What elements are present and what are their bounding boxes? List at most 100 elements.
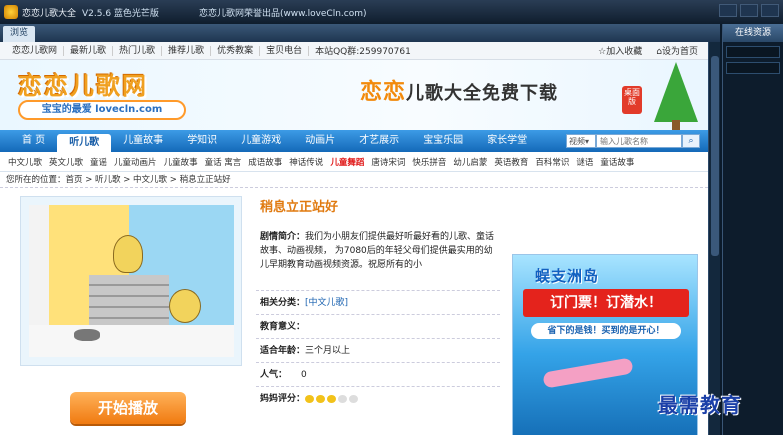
rating-row: 妈妈评分： — [256, 387, 500, 411]
breadcrumb[interactable]: 您所在的位置：首页 > 听儿歌 > 中文儿歌 > 稍息立正站好 — [0, 172, 708, 188]
app-version: V2.5.6 蓝色光芒版 — [82, 8, 159, 19]
topnav-link[interactable]: 最新儿歌 — [64, 45, 114, 56]
rating-hearts[interactable] — [305, 394, 359, 403]
page-scrollbar[interactable] — [708, 42, 720, 435]
subnav-link-hot[interactable]: 儿童舞蹈 — [330, 156, 364, 168]
main-nav: 首 页 听儿歌 儿童故事 学知识 儿童游戏 动画片 才艺展示 宝宝乐园 家长学堂… — [0, 130, 708, 152]
web-page: 恋恋儿歌网 最新儿歌 热门儿歌 推荐儿歌 优秀教案 宝贝电台 本站QQ群:259… — [0, 42, 708, 435]
heart-icon[interactable] — [349, 394, 359, 403]
cartoon-scene — [29, 205, 234, 357]
search-type-value: 视频 — [569, 137, 585, 146]
online-resources-panel: 在线资源 — [722, 24, 783, 435]
nav-stories[interactable]: 儿童故事 — [111, 130, 175, 152]
window-controls — [719, 4, 779, 17]
subnav-link[interactable]: 儿童故事 — [164, 156, 198, 168]
subnav-link[interactable]: 童谣 — [90, 156, 107, 168]
nav-listen[interactable]: 听儿歌 — [57, 134, 112, 152]
cartoon-dog-icon — [113, 235, 143, 273]
search-input[interactable] — [596, 134, 682, 148]
topnav-link[interactable]: 恋恋儿歌网 — [6, 45, 65, 56]
popularity-value: 0 — [301, 370, 307, 380]
category-label: 相关分类： — [260, 298, 306, 308]
subnav-link[interactable]: 英语教育 — [494, 156, 528, 168]
intro-row: 剧情简介：我们为小朋友们提供最好听最好看的儿歌、童话故事、动画视频， 为7080… — [256, 227, 500, 291]
site-subtitle: 宝宝的最爱 lovecln.com — [18, 100, 186, 120]
age-label: 适合年龄： — [260, 346, 306, 356]
subnav-link[interactable]: 谜语 — [576, 156, 593, 168]
subnav-link[interactable]: 英文儿歌 — [49, 156, 83, 168]
intro-label: 剧情简介： — [260, 232, 306, 242]
topnav-link[interactable]: 优秀教案 — [211, 45, 261, 56]
search-button[interactable]: ⌕ — [682, 134, 700, 148]
category-link[interactable]: [中文儿歌] — [305, 298, 348, 308]
scrollbar-thumb[interactable] — [711, 56, 719, 256]
subnav-link[interactable]: 幼儿启蒙 — [453, 156, 487, 168]
subnav-link[interactable]: 儿童动画片 — [114, 156, 157, 168]
resource-slot[interactable] — [726, 62, 780, 74]
maximize-button[interactable] — [740, 4, 758, 17]
scene-rock — [74, 329, 100, 341]
subnav-link[interactable]: 童话故事 — [600, 156, 634, 168]
nav-games[interactable]: 儿童游戏 — [229, 130, 293, 152]
category-row: 相关分类：[中文儿歌] — [256, 291, 500, 315]
online-resources-title[interactable]: 在线资源 — [723, 24, 783, 42]
nav-learn[interactable]: 学知识 — [175, 130, 229, 152]
nav-parents[interactable]: 家长学堂 — [475, 130, 539, 152]
tab-browse[interactable]: 浏览 — [3, 26, 35, 42]
chevron-down-icon: ▾ — [585, 137, 590, 146]
site-logo[interactable]: 恋恋儿歌网 — [18, 66, 148, 101]
app-name: 恋恋儿歌大全 — [22, 8, 77, 19]
tree-trunk-icon — [672, 120, 680, 130]
heart-icon[interactable] — [338, 394, 348, 403]
meaning-label: 教育意义： — [260, 322, 306, 332]
rating-label: 妈妈评分： — [260, 394, 306, 404]
desktop-badge: 桌面版 — [622, 86, 642, 114]
ad-tagline: 省下的是钱！买到的是开心！ — [531, 323, 681, 339]
topnav-link[interactable]: 热门儿歌 — [113, 45, 163, 56]
heart-icon[interactable] — [316, 394, 326, 403]
search-icon: ⌕ — [688, 136, 694, 146]
meaning-row: 教育意义： — [256, 315, 500, 339]
search-type-select[interactable]: 视频▾ — [566, 134, 596, 148]
set-homepage-link[interactable]: ⌂设为首页 — [656, 44, 698, 57]
subnav-link[interactable]: 唐诗宋词 — [371, 156, 405, 168]
tab-bar: 浏览 — [0, 24, 720, 42]
topnav-link[interactable]: 推荐儿歌 — [162, 45, 212, 56]
subnav-link[interactable]: 快乐拼音 — [412, 156, 446, 168]
topnav-right: ☆加入收藏 ⌂设为首页 — [598, 44, 698, 57]
cartoon-dog-icon — [169, 289, 201, 323]
song-info: 稍息立正站好 剧情简介：我们为小朋友们提供最好听最好看的儿歌、童话故事、动画视频… — [256, 196, 500, 411]
subnav-link[interactable]: 百科常识 — [535, 156, 569, 168]
nav-talent[interactable]: 才艺展示 — [347, 130, 411, 152]
heart-icon[interactable] — [305, 394, 315, 403]
homepage-label: 设为首页 — [661, 47, 698, 57]
subnav-link[interactable]: 童话 寓言 — [205, 156, 242, 168]
nav-home[interactable]: 首 页 — [10, 130, 57, 152]
subnav-link[interactable]: 神话传说 — [289, 156, 323, 168]
ad-title: 蜈支洲岛 — [535, 267, 600, 285]
scene-stairs — [89, 275, 169, 325]
close-button[interactable] — [761, 4, 779, 17]
watermark: 最需教育 — [658, 393, 742, 417]
search-box: 视频▾ ⌕ — [566, 134, 700, 148]
nav-cartoons[interactable]: 动画片 — [293, 130, 347, 152]
diver-image — [542, 357, 634, 389]
age-row: 适合年龄：三个月以上 — [256, 339, 500, 363]
tree-icon — [654, 62, 698, 122]
popularity-label: 人气： — [260, 370, 288, 380]
slogan-b: 儿歌大全免费下载 — [406, 83, 559, 104]
nav-baby-park[interactable]: 宝宝乐园 — [411, 130, 475, 152]
sub-nav: 中文儿歌 英文儿歌 童谣 儿童动画片 儿童故事 童话 寓言 成语故事 神话传说 … — [0, 152, 708, 172]
video-thumbnail[interactable] — [20, 196, 242, 366]
heart-icon[interactable] — [327, 394, 337, 403]
banner-slogan: 恋恋儿歌大全免费下载 — [360, 74, 558, 106]
subnav-link[interactable]: 成语故事 — [248, 156, 282, 168]
resource-slot[interactable] — [726, 46, 780, 58]
popularity-row: 人气： 0 — [256, 363, 500, 387]
start-play-button[interactable]: 开始播放 — [70, 392, 186, 424]
minimize-button[interactable] — [719, 4, 737, 17]
bookmark-link[interactable]: ☆加入收藏 — [598, 44, 642, 57]
topnav-link[interactable]: 宝贝电台 — [260, 45, 310, 56]
song-title: 稍息立正站好 — [260, 200, 339, 215]
subnav-link[interactable]: 中文儿歌 — [8, 156, 42, 168]
